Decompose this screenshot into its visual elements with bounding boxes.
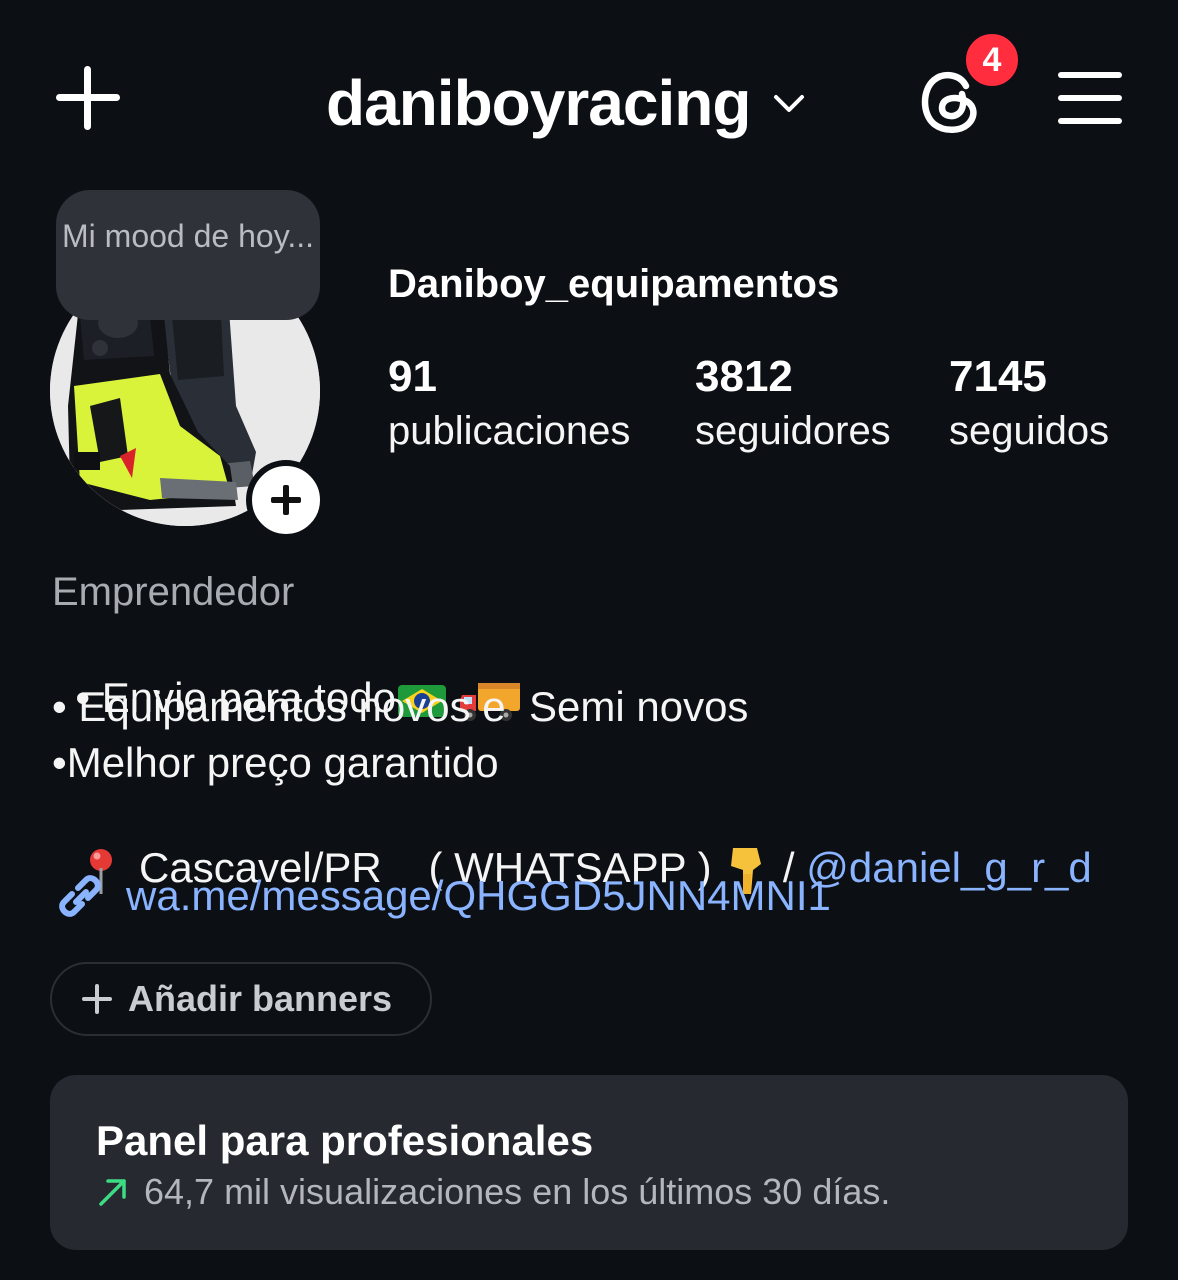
create-plus-icon[interactable] — [52, 62, 124, 134]
add-banners-label: Añadir banners — [128, 978, 393, 1019]
stat-following[interactable]: 7145 seguidos — [949, 350, 1109, 458]
mention-link[interactable]: @daniel_g_r_d — [806, 844, 1092, 891]
stat-label: publicaciones — [388, 409, 631, 453]
professional-dashboard-card[interactable]: Panel para profesionales 64,7 mil visual… — [50, 1075, 1128, 1250]
account-switcher[interactable]: daniboyracing — [326, 58, 806, 148]
stat-label: seguidores — [695, 409, 891, 453]
link-text[interactable]: wa.me/message/QHGGD5JNN4MNI1 — [126, 872, 831, 920]
add-story-icon — [271, 485, 301, 515]
panel-subtitle: 64,7 mil visualizaciones en los últimos … — [144, 1171, 891, 1212]
panel-title: Panel para profesionales — [96, 1117, 594, 1164]
link-icon — [59, 875, 101, 917]
note-bubble[interactable]: Mi mood de hoy... — [56, 190, 320, 320]
plus-icon — [82, 984, 112, 1014]
bio-line: •Melhor preço garantido — [52, 739, 499, 786]
display-name: Daniboy_equipamentos — [388, 262, 840, 306]
stat-label: seguidos — [949, 409, 1110, 453]
panel-subtitle-row: 64,7 mil visualizaciones en los últimos … — [96, 1171, 890, 1213]
notification-badge: 4 — [962, 30, 1022, 90]
add-banners-button[interactable]: Añadir banners — [50, 962, 432, 1036]
note-bubble-tail — [92, 340, 108, 356]
chevron-down-icon — [774, 95, 805, 112]
add-story-button[interactable] — [246, 460, 326, 540]
bio-line: • Equipamentos novos e Semi novos — [52, 683, 749, 730]
profile-category: Emprendedor — [52, 570, 295, 614]
stat-value: 91 — [388, 352, 437, 401]
top-bar: daniboyracing 4 — [0, 0, 1178, 190]
profile-link[interactable]: wa.me/message/QHGGD5JNN4MNI1 — [52, 868, 831, 924]
stat-value: 3812 — [695, 352, 793, 401]
menu-icon[interactable] — [1058, 70, 1122, 126]
stat-value: 7145 — [949, 352, 1047, 401]
stat-followers[interactable]: 3812 seguidores — [695, 350, 891, 458]
stat-posts[interactable]: 91 publicaciones — [388, 350, 630, 458]
trend-up-icon — [99, 1179, 126, 1206]
username-title: daniboyracing — [326, 67, 751, 139]
